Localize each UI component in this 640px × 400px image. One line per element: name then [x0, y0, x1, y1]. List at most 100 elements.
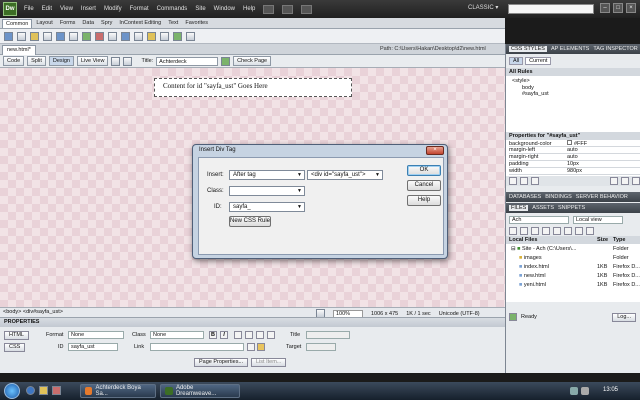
html-mode-button[interactable]: HTML	[4, 331, 29, 340]
checkin-icon[interactable]	[564, 227, 572, 235]
insert-div-icon[interactable]	[69, 31, 78, 41]
server-side-include-icon[interactable]	[121, 31, 130, 41]
log-button[interactable]: Log...	[612, 312, 636, 322]
script-icon[interactable]	[160, 31, 169, 41]
taskbar-clock[interactable]: 13:05	[603, 387, 618, 393]
menu-file[interactable]: File	[24, 6, 34, 12]
class-select[interactable]: None	[150, 331, 204, 339]
css-mode-button[interactable]: CSS	[4, 343, 26, 352]
css-prop-row[interactable]: margin-right auto	[509, 154, 640, 161]
view-select[interactable]: Local view	[573, 215, 623, 224]
refresh-icon[interactable]	[520, 227, 528, 235]
tab-databases[interactable]: DATABASES	[509, 194, 541, 200]
menu-help[interactable]: Help	[243, 6, 255, 12]
hyperlink-icon[interactable]	[4, 31, 13, 41]
menu-site[interactable]: Site	[195, 6, 205, 12]
media-player-icon[interactable]	[52, 386, 61, 395]
italic-button[interactable]: I	[220, 331, 228, 339]
tab-incontext-editing[interactable]: InContext Editing	[116, 19, 164, 27]
file-row[interactable]: ⊟ ■ Site - Ach (C:\Users\... Folder	[509, 244, 640, 253]
div-sayfa-ust[interactable]: Content for id "sayfa_ust" Goes Here	[154, 78, 352, 97]
media-icon[interactable]	[95, 31, 104, 41]
tag-chooser-icon[interactable]	[186, 31, 195, 41]
start-button[interactable]	[4, 383, 20, 399]
table-icon[interactable]	[56, 31, 65, 41]
network-icon[interactable]	[570, 387, 578, 395]
horizontal-rule-icon[interactable]	[43, 31, 52, 41]
tab-files[interactable]: FILES	[509, 205, 529, 211]
unordered-list-icon[interactable]	[234, 331, 242, 339]
browser-preview-icon[interactable]	[123, 56, 133, 66]
site-select[interactable]: Ach	[509, 215, 569, 224]
dialog-close-icon[interactable]: ×	[426, 146, 444, 155]
help-button[interactable]: Help	[407, 195, 441, 206]
file-row[interactable]: ■ yeni.html 1KB Firefox D...	[509, 280, 640, 289]
indent-icon[interactable]	[267, 331, 275, 339]
id-input[interactable]: sayfa_ ▼	[229, 202, 305, 212]
file-row[interactable]: ■ images Folder	[509, 253, 640, 262]
class-select[interactable]: ▼	[229, 186, 305, 196]
alpha-view-icon[interactable]	[520, 177, 528, 185]
tab-forms[interactable]: Forms	[57, 19, 79, 27]
file-row[interactable]: ■ new.html 1KB Firefox D...	[509, 271, 640, 280]
ok-button[interactable]: OK	[407, 165, 441, 176]
maximize-icon[interactable]: □	[613, 3, 623, 13]
ie-icon[interactable]	[26, 386, 35, 395]
title-input[interactable]: Achterdeck	[156, 56, 219, 66]
tab-server-behaviors[interactable]: SERVER BEHAVIOR	[576, 194, 628, 200]
tab-current[interactable]: Current	[525, 57, 552, 65]
edit-rule-icon[interactable]	[621, 177, 629, 185]
format-select[interactable]: None	[68, 331, 124, 339]
workspace-switcher[interactable]: CLASSIC ▾	[468, 4, 498, 11]
site-icon[interactable]	[301, 4, 313, 14]
explorer-icon[interactable]	[39, 386, 48, 395]
properties-header[interactable]: PROPERTIES	[0, 318, 505, 327]
list-item-button[interactable]: List Item...	[251, 358, 287, 367]
color-swatch[interactable]	[567, 140, 572, 145]
tab-text[interactable]: Text	[165, 19, 181, 27]
tab-css-styles[interactable]: CSS STYLES	[509, 46, 547, 52]
tab-bindings[interactable]: BINDINGS	[545, 194, 572, 200]
title-field[interactable]	[306, 331, 350, 339]
tab-tag-inspector[interactable]: TAG INSPECTOR	[593, 46, 637, 52]
named-anchor-icon[interactable]	[30, 31, 39, 41]
taskbar-item-firefox[interactable]: Achterdeck Boya Sa...	[80, 384, 156, 398]
ordered-list-icon[interactable]	[245, 331, 253, 339]
tab-data[interactable]: Data	[79, 19, 97, 27]
browse-folder-icon[interactable]	[257, 343, 265, 351]
checkout-icon[interactable]	[553, 227, 561, 235]
layout-icon[interactable]	[263, 4, 275, 14]
tab-snippets[interactable]: SNIPPETS	[558, 205, 585, 211]
volume-icon[interactable]	[581, 387, 589, 395]
file-management-icon[interactable]	[221, 56, 231, 66]
tab-spry[interactable]: Spry	[98, 19, 115, 27]
split-view-button[interactable]: Split	[27, 56, 46, 66]
point-to-file-icon[interactable]	[247, 343, 255, 351]
col-local-files[interactable]: Local Files	[509, 237, 597, 243]
menu-commands[interactable]: Commands	[157, 6, 188, 12]
live-view-button[interactable]: Live View	[76, 56, 109, 66]
images-icon[interactable]	[82, 31, 91, 41]
col-type[interactable]: Type	[613, 237, 625, 243]
col-size[interactable]: Size	[597, 237, 613, 243]
new-rule-icon[interactable]	[610, 177, 618, 185]
tab-layout[interactable]: Layout	[33, 19, 56, 27]
delete-rule-icon[interactable]	[632, 177, 640, 185]
tab-all[interactable]: All	[509, 57, 524, 65]
put-files-icon[interactable]	[542, 227, 550, 235]
target-select[interactable]	[306, 343, 336, 351]
menu-format[interactable]: Format	[130, 6, 149, 12]
new-css-rule-button[interactable]: New CSS Rule	[229, 216, 271, 227]
file-row[interactable]: ■ index.html 1KB Firefox D...	[509, 262, 640, 271]
connect-icon[interactable]	[509, 227, 517, 235]
bold-button[interactable]: B	[209, 331, 217, 339]
comment-icon[interactable]	[134, 31, 143, 41]
cancel-button[interactable]: Cancel	[407, 180, 441, 191]
head-icon[interactable]	[147, 31, 156, 41]
expand-icon[interactable]	[586, 227, 594, 235]
templates-icon[interactable]	[173, 31, 182, 41]
category-view-icon[interactable]	[509, 177, 517, 185]
code-view-button[interactable]: Code	[3, 56, 25, 66]
close-icon[interactable]: ×	[626, 3, 636, 13]
css-prop-row[interactable]: width 980px	[509, 168, 640, 175]
